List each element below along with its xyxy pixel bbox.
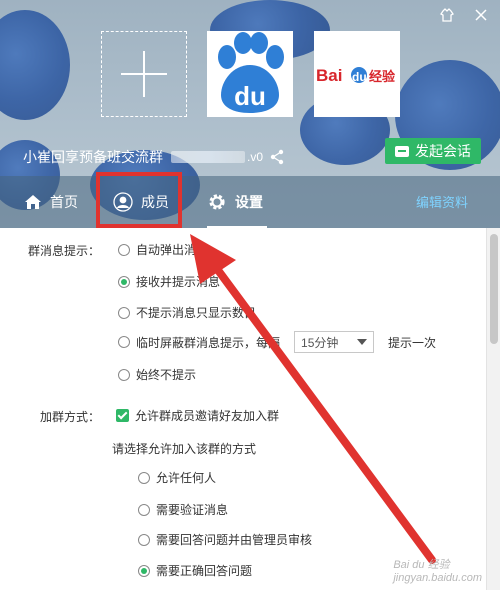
gear-icon bbox=[209, 194, 225, 210]
group-title: 小崔回享预备班交流群 .v0 bbox=[23, 147, 285, 167]
tab-settings-label: 设置 bbox=[235, 194, 263, 210]
msg-option-label: 临时屏蔽群消息提示，每隔 bbox=[136, 335, 281, 350]
radio-button[interactable] bbox=[118, 243, 130, 256]
background-blob bbox=[0, 10, 70, 120]
radio-button[interactable] bbox=[118, 336, 130, 348]
msg-option-receive-notify[interactable]: 接收并提示消息 bbox=[118, 273, 220, 290]
share-icon[interactable] bbox=[269, 149, 285, 165]
join-option-label: 需要回答问题并由管理员审核 bbox=[156, 533, 313, 547]
interval-value: 15分钟 bbox=[301, 335, 339, 350]
msg-option-label: 自动弹出消息 bbox=[136, 243, 209, 257]
home-icon bbox=[25, 195, 41, 209]
avatar-jy-bai: Bai bbox=[316, 66, 342, 85]
tab-home[interactable]: 首页 bbox=[24, 176, 78, 228]
close-icon[interactable] bbox=[472, 8, 490, 26]
vertical-scrollbar[interactable] bbox=[486, 228, 500, 590]
radio-button[interactable] bbox=[138, 533, 150, 546]
msg-option-count-only[interactable]: 不提示消息只显示数目 bbox=[118, 304, 256, 321]
msg-option-temp-mute[interactable]: 临时屏蔽群消息提示，每隔 15分钟 提示一次 bbox=[118, 331, 436, 353]
msg-section-label: 群消息提示： bbox=[28, 244, 101, 258]
avatar-jy-du: du bbox=[352, 70, 367, 84]
join-option-answer-review[interactable]: 需要回答问题并由管理员审核 bbox=[138, 531, 312, 548]
join-option-label: 需要正确回答问题 bbox=[156, 564, 253, 578]
annotation-highlight-box bbox=[96, 172, 182, 228]
msg-option-label: 始终不提示 bbox=[136, 368, 197, 382]
join-section-label: 加群方式： bbox=[40, 410, 101, 424]
join-method-prompt: 请选择允许加入该群的方式 bbox=[112, 442, 257, 456]
radio-button[interactable] bbox=[138, 503, 150, 516]
chevron-down-icon bbox=[357, 339, 368, 345]
watermark-text: Bai du 经验 bbox=[393, 559, 450, 571]
radio-button-selected[interactable] bbox=[118, 275, 130, 288]
avatar-jy-suffix: 经验 bbox=[369, 69, 396, 85]
join-option-anyone[interactable]: 允许任何人 bbox=[138, 469, 216, 486]
plus-icon bbox=[121, 51, 167, 97]
group-name: 小崔回享预备班交流群 bbox=[23, 149, 163, 165]
start-chat-button[interactable]: 发起会话 bbox=[385, 138, 481, 164]
radio-button[interactable] bbox=[138, 471, 150, 484]
group-id-suffix: .v0 bbox=[247, 150, 264, 164]
radio-button-selected[interactable] bbox=[138, 564, 150, 577]
interval-suffix: 提示一次 bbox=[388, 335, 437, 350]
checkbox-checked[interactable] bbox=[116, 409, 129, 422]
msg-option-auto-popup[interactable]: 自动弹出消息 bbox=[118, 241, 208, 258]
join-option-label: 需要验证消息 bbox=[156, 503, 229, 517]
allow-invite-option[interactable]: 允许群成员邀请好友加入群 bbox=[116, 407, 279, 424]
join-option-verify[interactable]: 需要验证消息 bbox=[138, 501, 228, 518]
join-option-label: 允许任何人 bbox=[156, 471, 217, 485]
group-avatar-baidu[interactable]: du bbox=[207, 31, 293, 117]
skin-icon[interactable] bbox=[438, 8, 456, 26]
avatar-du-text: du bbox=[234, 81, 266, 111]
group-id-redacted bbox=[171, 151, 245, 163]
msg-option-label: 不提示消息只显示数目 bbox=[136, 306, 257, 320]
msg-option-never[interactable]: 始终不提示 bbox=[118, 366, 196, 383]
group-avatar-jingyan[interactable]: Bai du 经验 bbox=[314, 31, 400, 117]
edit-profile-link[interactable]: 编辑资料 bbox=[416, 192, 468, 211]
allow-invite-label: 允许群成员邀请好友加入群 bbox=[135, 409, 280, 423]
watermark-url: jingyan.baidu.com bbox=[393, 572, 482, 584]
tab-settings[interactable]: 设置 bbox=[207, 176, 263, 228]
add-avatar-button[interactable] bbox=[101, 31, 187, 117]
window-controls bbox=[438, 8, 490, 26]
scrollbar-thumb[interactable] bbox=[490, 234, 498, 344]
start-chat-label: 发起会话 bbox=[415, 143, 471, 159]
settings-panel: 群消息提示： 自动弹出消息 接收并提示消息 不提示消息只显示数目 临时屏蔽群消息… bbox=[0, 228, 486, 590]
msg-option-label: 接收并提示消息 bbox=[136, 275, 221, 289]
interval-select[interactable]: 15分钟 bbox=[294, 331, 375, 353]
chat-icon bbox=[395, 145, 409, 157]
radio-button[interactable] bbox=[118, 368, 130, 381]
watermark: Bai du 经验 jingyan.baidu.com bbox=[393, 556, 482, 584]
radio-button[interactable] bbox=[118, 306, 130, 319]
tab-home-label: 首页 bbox=[50, 194, 78, 210]
join-option-answer-correct[interactable]: 需要正确回答问题 bbox=[138, 562, 252, 579]
tab-bar: 首页 成员 设置 编辑资料 bbox=[0, 176, 500, 228]
